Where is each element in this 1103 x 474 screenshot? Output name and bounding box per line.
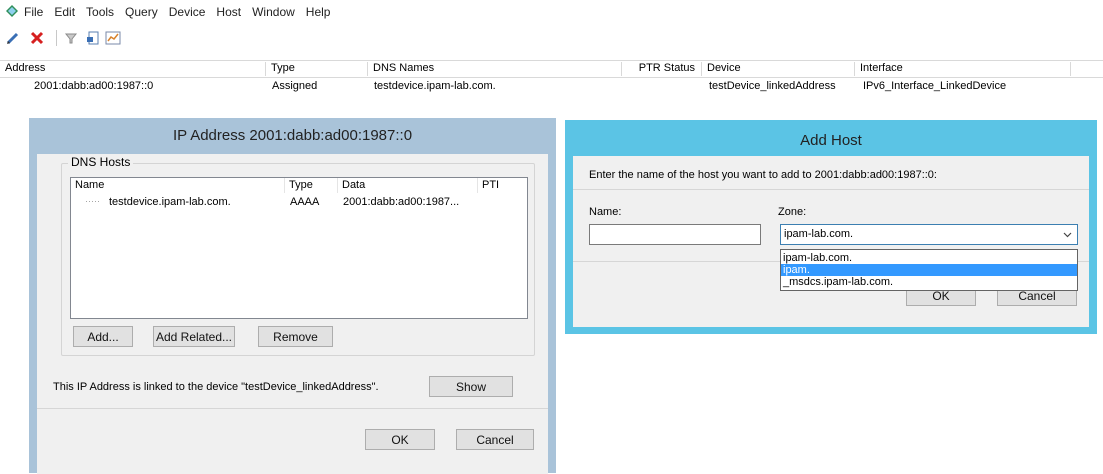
list-item[interactable]: ····· testdevice.ipam-lab.com. AAAA 2001… [71, 194, 525, 210]
dialog-footer: OK Cancel [37, 408, 548, 474]
menu-file[interactable]: File [24, 5, 43, 19]
zone-option[interactable]: _msdcs.ipam-lab.com. [781, 276, 1077, 288]
cell-address: 2001:dabb:ad00:1987::0 [34, 80, 154, 92]
zone-select[interactable]: ipam-lab.com. [780, 224, 1078, 245]
remove-button[interactable]: Remove [258, 326, 333, 347]
address-grid: Address Type DNS Names PTR Status Device… [0, 60, 1103, 100]
host-data: 2001:dabb:ad00:1987... [343, 196, 460, 208]
dialog-body: DNS Hosts Name Type Data PTI ····· testd… [37, 154, 548, 434]
column-header-interface[interactable]: Interface [855, 62, 1071, 76]
app-logo-icon [6, 5, 18, 17]
menu-help[interactable]: Help [306, 5, 331, 19]
list-header-data[interactable]: Data [338, 178, 478, 193]
pencil-icon[interactable] [4, 29, 22, 47]
table-row[interactable]: 2001:dabb:ad00:1987::0 Assigned testdevi… [0, 77, 1103, 95]
menu-edit[interactable]: Edit [54, 5, 75, 19]
dialog-body: Enter the name of the host you want to a… [573, 156, 1089, 261]
chevron-down-icon [1063, 225, 1072, 251]
host-name: testdevice.ipam-lab.com. [109, 196, 231, 208]
zone-label: Zone: [778, 206, 807, 218]
filter-icon[interactable] [62, 29, 80, 47]
menu-query[interactable]: Query [125, 5, 158, 19]
toolbar [0, 24, 1103, 62]
host-type: AAAA [290, 196, 320, 208]
grid-header: Address Type DNS Names PTR Status Device… [0, 60, 1103, 78]
menu-bar: File Edit Tools Query Device Host Window… [0, 0, 1103, 24]
list-header-type[interactable]: Type [285, 178, 338, 193]
menu-host[interactable]: Host [216, 5, 241, 19]
dialog-title: IP Address 2001:dabb:ad00:1987::0 [172, 127, 413, 144]
add-host-dialog: Add Host Enter the name of the host you … [565, 120, 1097, 334]
linked-device-text: This IP Address is linked to the device … [53, 381, 379, 393]
cell-device: testDevice_linkedAddress [709, 80, 836, 92]
add-button[interactable]: Add... [73, 326, 133, 347]
name-input[interactable] [589, 224, 761, 245]
menu-device[interactable]: Device [169, 5, 206, 19]
name-label: Name: [589, 206, 622, 218]
menu-tools[interactable]: Tools [86, 5, 114, 19]
divider [573, 189, 1089, 190]
tree-line: ····· [85, 196, 100, 206]
ip-address-dialog: IP Address 2001:dabb:ad00:1987::0 DNS Ho… [29, 118, 556, 474]
cancel-button[interactable]: Cancel [456, 429, 534, 450]
zone-selected-value: ipam-lab.com. [784, 228, 854, 240]
cell-dns-names: testdevice.ipam-lab.com. [374, 80, 496, 92]
list-header-name[interactable]: Name [71, 178, 285, 193]
column-header-ptr-status[interactable]: PTR Status [622, 62, 702, 76]
dns-hosts-list[interactable]: Name Type Data PTI ····· testdevice.ipam… [70, 177, 528, 319]
column-header-dns-names[interactable]: DNS Names [368, 62, 622, 76]
dialog-title: Add Host [800, 132, 862, 149]
report-icon[interactable] [84, 29, 102, 47]
prompt-text: Enter the name of the host you want to a… [589, 169, 937, 181]
cell-type: Assigned [272, 80, 318, 92]
column-header-type[interactable]: Type [266, 62, 368, 76]
group-label: DNS Hosts [68, 155, 134, 169]
delete-x-icon[interactable] [28, 29, 46, 47]
list-header-ptr[interactable]: PTI [478, 178, 500, 193]
toolbar-separator [56, 30, 57, 46]
chart-icon[interactable] [104, 29, 122, 47]
show-button[interactable]: Show [429, 376, 513, 397]
cell-interface: IPv6_Interface_LinkedDevice [863, 80, 1007, 92]
zone-option[interactable]: ipam-lab.com. [781, 252, 1077, 264]
column-header-address[interactable]: Address [0, 62, 266, 76]
zone-option-highlighted[interactable]: ipam. [781, 264, 1077, 276]
menu-window[interactable]: Window [252, 5, 295, 19]
zone-dropdown-list[interactable]: ipam-lab.com. ipam. _msdcs.ipam-lab.com. [780, 249, 1078, 291]
add-related-button[interactable]: Add Related... [153, 326, 235, 347]
column-header-device[interactable]: Device [702, 62, 855, 76]
ok-button[interactable]: OK [365, 429, 435, 450]
